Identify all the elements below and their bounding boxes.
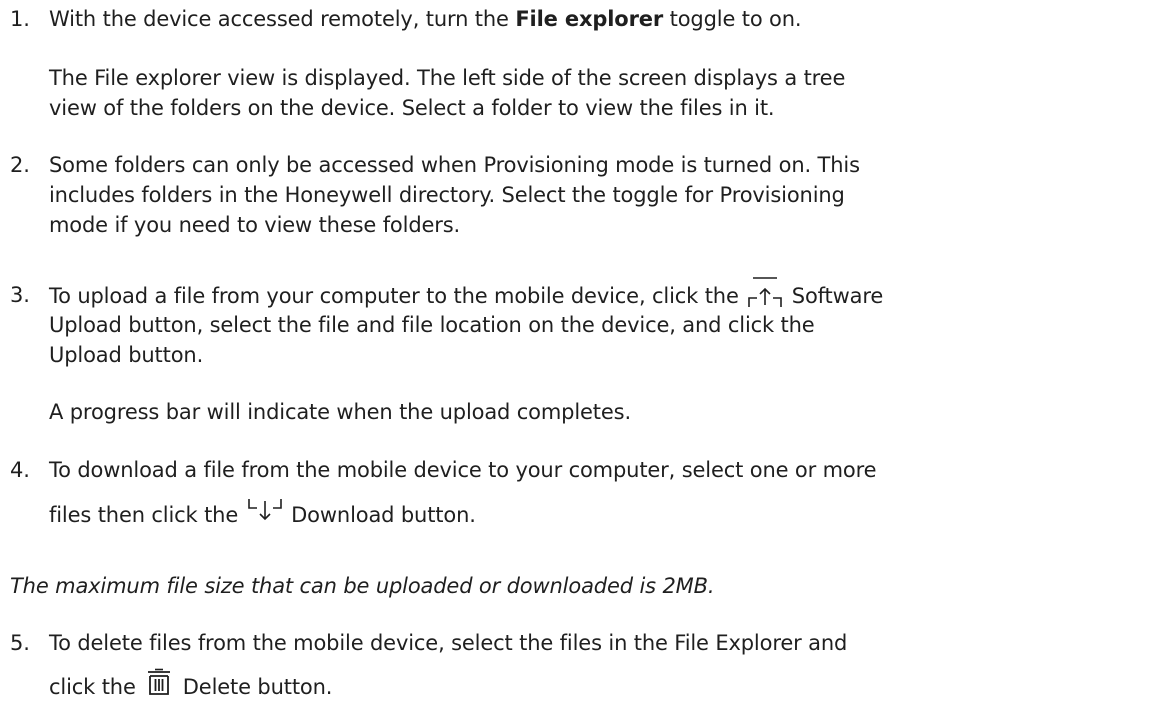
- step-text-part: files then click the: [49, 503, 245, 527]
- step-text-part: To upload a file from your computer to t…: [49, 284, 746, 308]
- step-text-part: Software: [785, 284, 884, 308]
- step-number: 5.: [10, 631, 30, 655]
- step-number: 3.: [10, 283, 30, 307]
- step-number: 1.: [10, 7, 30, 31]
- step-text: Some folders can only be accessed when P…: [49, 153, 860, 177]
- step-text: To download a file from the mobile devic…: [49, 458, 877, 482]
- result-text: The File explorer view is displayed. The…: [49, 66, 846, 90]
- software-upload-icon: [747, 276, 783, 310]
- step-text: mode if you need to view these folders.: [49, 213, 461, 237]
- step-text: To delete files from the mobile device, …: [49, 631, 848, 655]
- step-text: files then click the Download button.: [49, 497, 476, 530]
- step-text: With the device accessed remotely, turn …: [49, 4, 802, 34]
- result-text: A progress bar will indicate when the up…: [49, 400, 631, 424]
- step-text-part: click the: [49, 675, 143, 699]
- step-text-part: Download button.: [284, 503, 476, 527]
- step-text: Upload button.: [49, 343, 204, 367]
- ui-term-file-explorer: File explorer: [515, 7, 664, 31]
- step-text: To upload a file from your computer to t…: [49, 277, 884, 314]
- result-text: view of the folders on the device. Selec…: [49, 96, 775, 120]
- note-text: The maximum file size that can be upload…: [10, 574, 715, 598]
- step-number: 2.: [10, 153, 30, 177]
- step-number: 4.: [10, 458, 30, 482]
- instruction-document: 1. With the device accessed remotely, tu…: [0, 0, 1155, 708]
- step-text-part: toggle to on.: [663, 7, 802, 31]
- step-text: click the Delete button.: [49, 668, 333, 702]
- step-text: includes folders in the Honeywell direct…: [49, 183, 845, 207]
- step-text: Upload button, select the file and file …: [49, 313, 815, 337]
- delete-icon: [145, 668, 173, 696]
- step-text-part: Delete button.: [176, 675, 333, 699]
- download-icon: [247, 497, 283, 523]
- step-text-part: With the device accessed remotely, turn …: [49, 7, 516, 31]
